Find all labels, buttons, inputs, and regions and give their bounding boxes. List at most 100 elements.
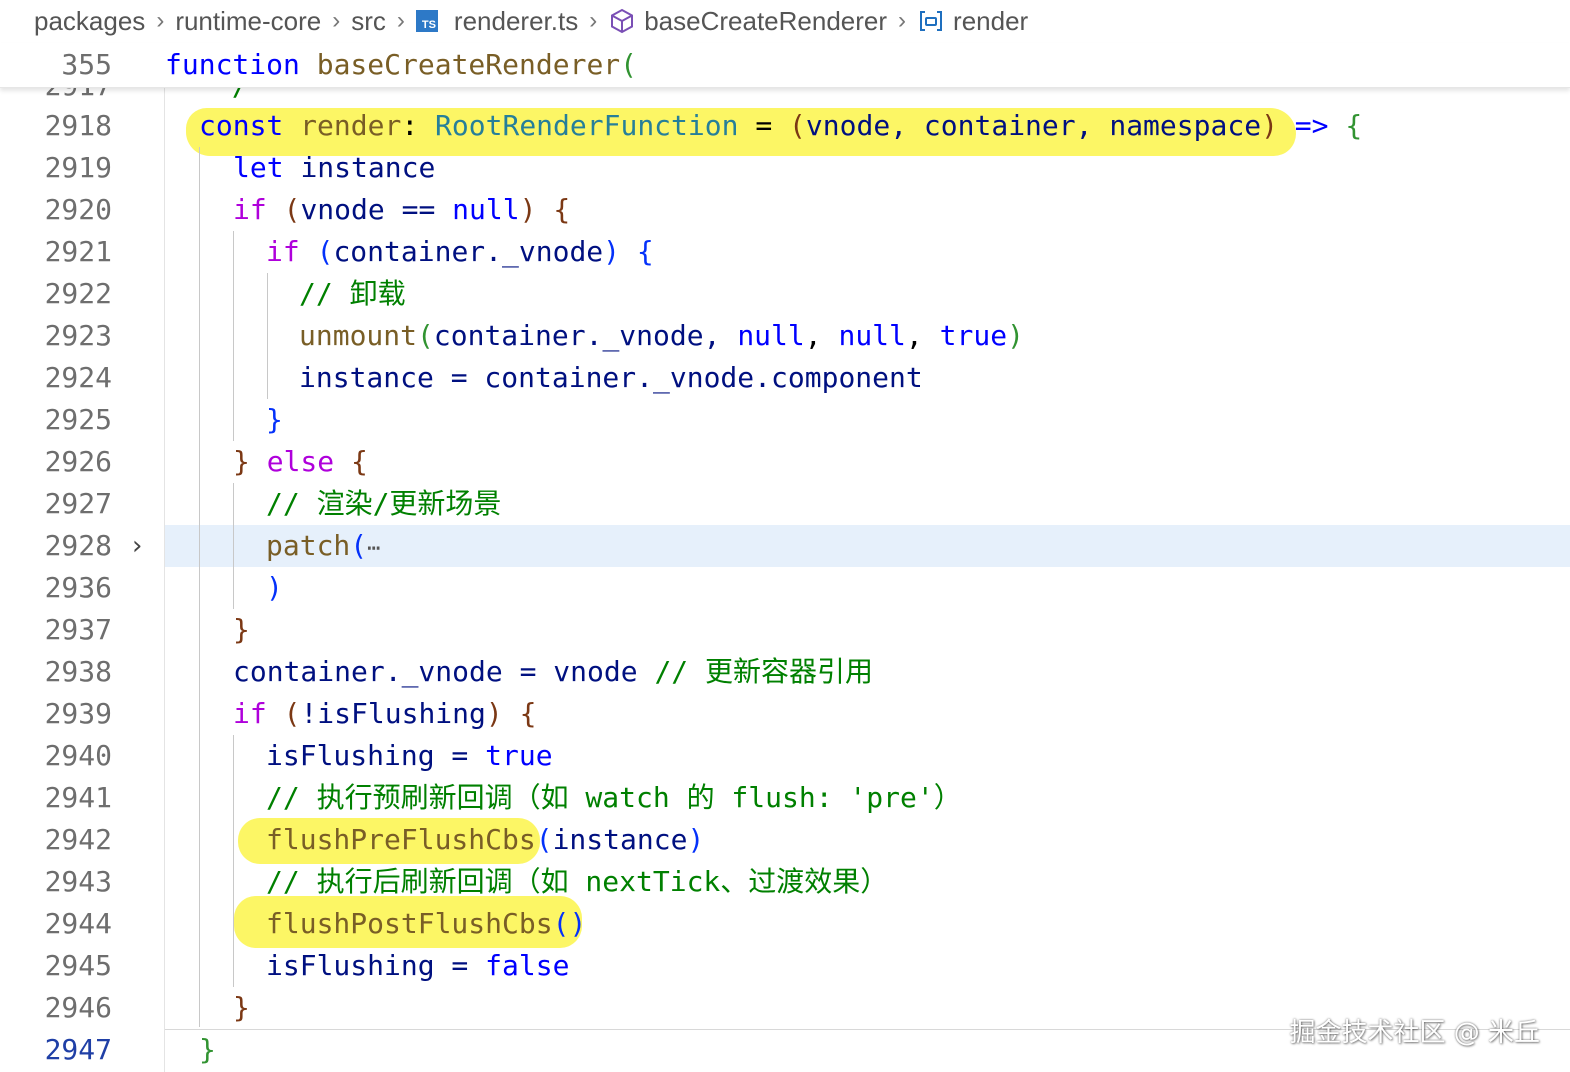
line-number: 2944 [44, 907, 112, 940]
breadcrumb-item-packages[interactable]: packages [34, 6, 145, 37]
chevron-right-icon: › [589, 7, 598, 34]
bracket-token: ( [350, 529, 368, 562]
arrow-token: => [1294, 109, 1329, 142]
breadcrumb-item-runtime-core[interactable]: runtime-core [175, 6, 321, 37]
breadcrumb-item-render[interactable]: render [917, 6, 1028, 37]
code-line: flushPreFlushCbs(instance) [266, 819, 704, 861]
line-number: 2945 [44, 949, 112, 982]
bracket-token: ( [283, 193, 301, 226]
line-number: 2927 [44, 487, 112, 520]
code-line-comment: // 执行后刷新回调（如 nextTick、过渡效果） [266, 865, 889, 898]
indent-guide [199, 147, 200, 1027]
indent-guide [233, 231, 234, 441]
variable-icon [920, 11, 943, 31]
literal-token: null [452, 193, 520, 226]
statement-token: isFlushing = [266, 739, 486, 772]
breadcrumb-file-label: renderer.ts [453, 5, 579, 36]
expression-token: vnode == [300, 193, 453, 226]
params-token: vnode, container, namespace [805, 109, 1262, 142]
line-number: 2942 [44, 823, 112, 856]
line-number: 2940 [44, 739, 112, 772]
fold-expand-icon[interactable]: › [132, 525, 152, 567]
literal-token: null [838, 319, 906, 352]
code-line: } [199, 1033, 216, 1066]
method-cube-icon [611, 8, 634, 34]
code-line: const render: RootRenderFunction = (vnod… [199, 105, 1362, 147]
code-line: isFlushing = true [266, 735, 553, 777]
code-line: instance = container._vnode.component [299, 361, 923, 394]
breadcrumb-item-src[interactable]: src [351, 6, 386, 37]
breadcrumb-symbol-label: render [953, 5, 1029, 36]
bracket-token: ) [519, 193, 537, 226]
expression-token: !isFlushing [300, 697, 486, 730]
breadcrumb: packages › runtime-core › src › TS rende… [0, 0, 1570, 42]
code-line-comment: // 执行预刷新回调（如 watch 的 flush: 'pre'） [266, 781, 962, 814]
type-token: RootRenderFunction [435, 109, 739, 142]
function-call-token: patch [266, 529, 351, 562]
argument-token: instance [552, 823, 688, 856]
bracket-token: ) [569, 907, 587, 940]
code-line-folded[interactable]: patch(⋯ [266, 525, 380, 567]
bracket-token: { [519, 697, 537, 730]
keyword-token: if [233, 193, 267, 226]
line-number: 2924 [44, 361, 112, 394]
bracket-token: ) [603, 235, 621, 268]
bracket-token: ) [1007, 319, 1024, 352]
line-number: 2926 [44, 445, 112, 478]
code-line: flushPostFlushCbs() [266, 903, 586, 945]
line-number: 2939 [44, 697, 112, 730]
code-line: isFlushing = false [266, 945, 569, 987]
bracket-token: { [636, 235, 654, 268]
literal-token: null [737, 319, 805, 352]
bracket-token: ) [485, 697, 503, 730]
expression-token: container._vnode [333, 235, 604, 268]
code-line: if (!isFlushing) { [233, 693, 536, 735]
code-line: unmount(container._vnode, null, null, tr… [299, 315, 1024, 357]
code-editor[interactable]: */ const render: RootRenderFunction = (v… [165, 69, 1570, 1072]
breadcrumb-item-renderer-ts[interactable]: TS renderer.ts [415, 5, 579, 37]
identifier-token: render [300, 109, 402, 142]
indent-guide [233, 483, 234, 609]
bracket-token: ) [1261, 109, 1278, 142]
code-line: } [233, 613, 250, 646]
bracket-token: ( [316, 235, 334, 268]
function-call-token: flushPostFlushCbs [266, 907, 553, 940]
sticky-scroll-header[interactable]: 355 function baseCreateRenderer( [0, 43, 1570, 88]
breadcrumb-item-basecreaterenderer[interactable]: baseCreateRenderer [608, 6, 887, 37]
statement-token: container._vnode = vnode [233, 655, 655, 688]
code-line: } else { [233, 441, 368, 483]
line-number: 2920 [44, 193, 112, 226]
function-call-token: flushPreFlushCbs [266, 823, 536, 856]
code-line: container._vnode = vnode // 更新容器引用 [233, 651, 873, 693]
line-number: 2922 [44, 277, 112, 310]
chevron-right-icon: › [898, 7, 907, 34]
comment-token: // 更新容器引用 [654, 655, 874, 688]
folded-ellipsis-icon[interactable]: ⋯ [367, 536, 380, 561]
code-line-comment: // 渲染/更新场景 [266, 487, 502, 520]
function-call-token: unmount [299, 319, 418, 352]
bracket-token: ( [417, 319, 434, 352]
line-number: 2946 [44, 991, 112, 1024]
chevron-right-icon: › [156, 7, 165, 34]
line-number: 2938 [44, 655, 112, 688]
code-line-comment: // 卸载 [299, 277, 406, 310]
line-number: 2919 [44, 151, 112, 184]
chevron-right-icon: › [396, 7, 405, 34]
bracket-token: ( [789, 109, 806, 142]
indent-guide [233, 735, 234, 987]
literal-token: true [939, 319, 1008, 352]
code-line: function baseCreateRenderer( [165, 44, 637, 86]
bracket-token: ( [620, 48, 638, 81]
operator-token: = [755, 109, 773, 142]
code-line: if (vnode == null) { [233, 189, 570, 231]
bracket-token: { [1345, 109, 1363, 142]
bracket-token: { [351, 445, 368, 478]
keyword-token: else [266, 445, 335, 478]
code-line: let instance [233, 147, 435, 189]
line-number: 2925 [44, 403, 112, 436]
watermark: 掘金技术社区 @ 米丘 [1289, 1018, 1540, 1048]
bracket-token: ( [283, 697, 301, 730]
bracket-token: ( [552, 907, 570, 940]
identifier-token: instance [300, 151, 436, 184]
line-number: 2936 [44, 571, 112, 604]
